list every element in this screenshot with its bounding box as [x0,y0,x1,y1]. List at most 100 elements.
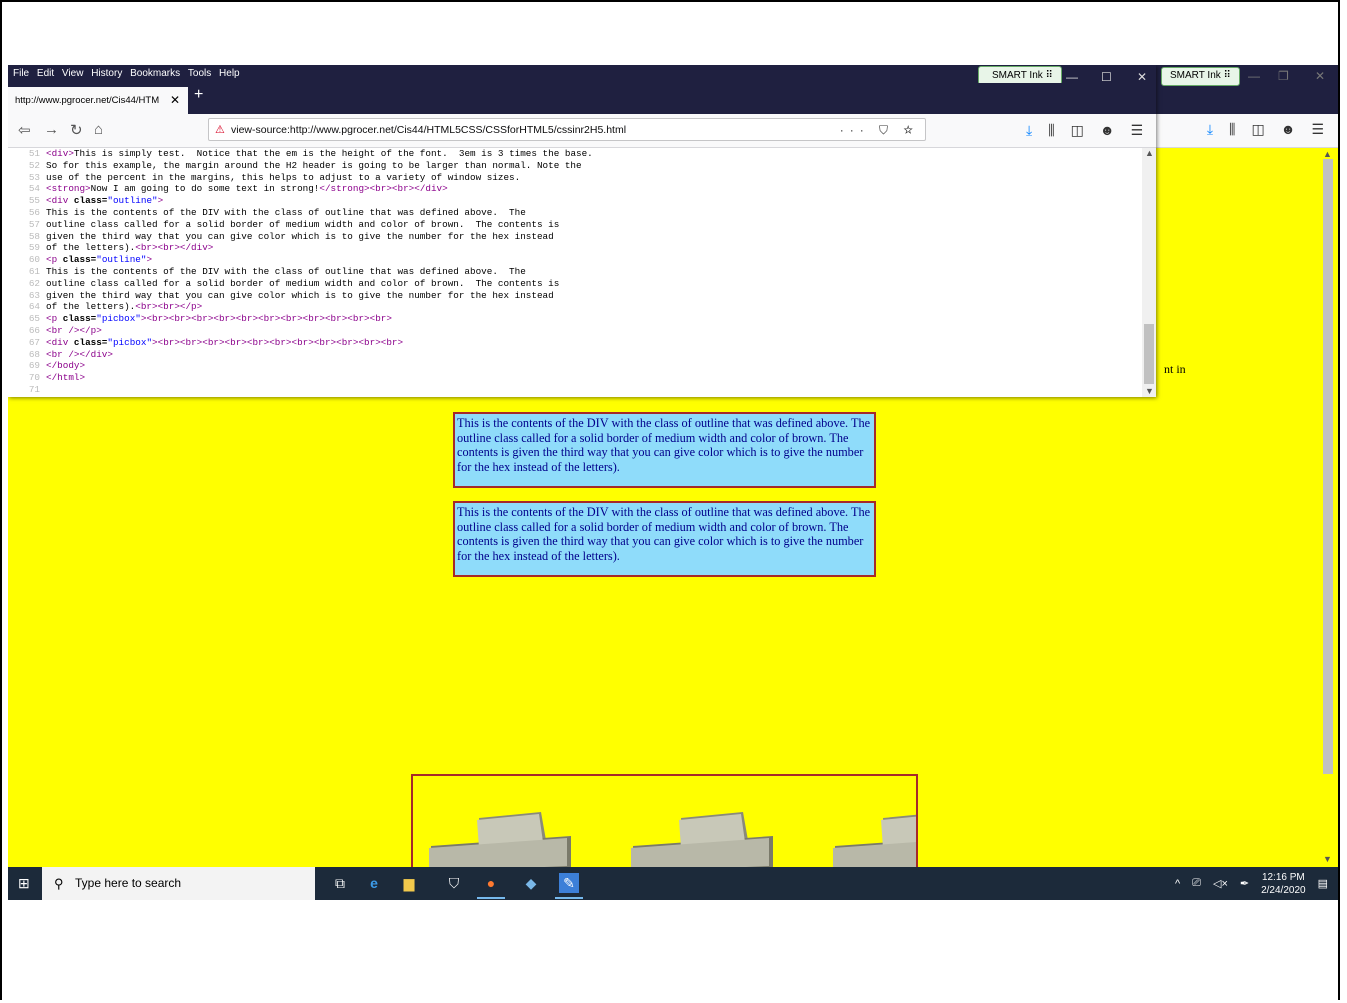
sidebar-icon[interactable]: ◫ [1071,122,1084,139]
sidebar-icon[interactable]: ◫ [1251,121,1264,138]
tab-view-source[interactable]: http://www.pgrocer.net/Cis44/HTM ✕ [8,87,188,114]
volume-icon[interactable]: ◁× [1213,877,1228,890]
source-scrollbar[interactable]: ▲ ▼ [1142,148,1156,397]
desktop-screen: SMART Ink ⠿ — ❐ ✕ ⤓ ⫼ ◫ ☻ ☰ ▲ ▼ nt in Th… [8,65,1338,900]
source-line: 67 <div class="picbox"><br><br><br><br><b… [8,337,1141,349]
scrollbar-thumb[interactable] [1323,159,1333,774]
forward-icon[interactable]: → [44,121,59,138]
scroll-down-icon[interactable]: ▼ [1145,386,1154,396]
clock[interactable]: 12:16 PM 2/24/2020 [1261,871,1306,897]
tab-title: http://www.pgrocer.net/Cis44/HTM [15,95,160,106]
store-icon[interactable]: ⛉ [444,873,464,893]
smart-ink-button-bg[interactable]: SMART Ink ⠿ [1161,67,1240,86]
source-token: </body> [46,360,86,372]
line-number: 52 [28,159,40,171]
source-token: This is the contents of the DIV with the… [46,265,526,277]
source-token: of the letters). [46,301,136,313]
source-line: 51 <div>This is simply test. Notice that … [8,148,1141,160]
taskbar-search[interactable]: ⚲ Type here to search [42,867,315,900]
source-token: <strong> [46,183,91,195]
menu-help[interactable]: Help [219,65,240,83]
menu-tools[interactable]: Tools [188,65,211,83]
background-toolbar-icons: ⤓ ⫼ ◫ ☻ ☰ [1207,121,1324,138]
source-token: <div [46,195,74,207]
outline-p-box: This is the contents of the DIV with the… [453,501,876,577]
source-token: given the third way that you can give co… [46,230,554,242]
page-scrollbar[interactable]: ▲ ▼ [1322,149,1334,869]
clock-date: 2/24/2020 [1261,884,1306,896]
line-number: 51 [28,148,40,159]
reload-icon[interactable]: ↻ [70,121,83,139]
source-line: 71 [8,384,1141,396]
insecure-icon: ⚠ [215,124,225,136]
scroll-down-icon[interactable]: ▼ [1323,854,1332,864]
restore-icon-bg[interactable]: ❐ [1278,69,1289,83]
taskbar: ⊞ ⚲ Type here to search ⧉ e ▆ ⛉ ● ◆ ✎ ^ … [8,867,1338,900]
source-line: 57 outline class called for a solid borde… [8,219,1141,231]
source-token: use of the percent in the margins, this … [46,171,521,183]
source-line: 56 This is the contents of the DIV with t… [8,207,1141,219]
menu-bar: File Edit View History Bookmarks Tools H… [8,65,1156,85]
firefox-icon[interactable]: ● [477,873,505,899]
close-icon-bg[interactable]: ✕ [1315,69,1325,83]
notifications-icon[interactable]: ▤ [1318,877,1328,890]
edge-icon[interactable]: e [364,873,384,893]
menu-bookmarks[interactable]: Bookmarks [130,65,180,83]
menu-edit[interactable]: Edit [37,65,54,83]
source-line: 55 <div class="outline"> [8,195,1141,207]
url-bar[interactable]: ⚠ view-source:http://www.pgrocer.net/Cis… [208,118,926,141]
menu-icon[interactable]: ☰ [1311,121,1324,138]
source-token: Now I am going to do some text in strong… [90,183,320,195]
tab-close-icon[interactable]: ✕ [170,87,180,114]
line-number: 66 [28,324,40,336]
back-icon[interactable]: ⇦ [18,121,31,139]
source-token: <div [46,336,74,348]
search-icon: ⚲ [54,876,64,891]
source-token: class= [73,195,108,207]
account-icon[interactable]: ☻ [1100,122,1115,139]
chevron-up-icon[interactable]: ^ [1175,878,1180,890]
menu-file[interactable]: File [13,65,29,83]
url-text: view-source:http://www.pgrocer.net/Cis44… [231,124,627,136]
source-token: ><br><br><br><br><br><br><br><br><br><br… [152,336,404,348]
pen-icon[interactable]: ✒ [1240,877,1249,890]
scroll-up-icon[interactable]: ▲ [1323,149,1332,159]
home-icon[interactable]: ⌂ [94,121,103,138]
scrollbar-thumb[interactable] [1144,324,1154,384]
notepad-icon[interactable]: ✎ [555,873,583,899]
nav-toolbar: ⇦ → ↻ ⌂ ⚠ view-source:http://www.pgrocer… [8,114,1156,148]
line-number: 54 [28,183,40,195]
line-number: 62 [28,277,40,289]
scroll-up-icon[interactable]: ▲ [1145,148,1154,158]
library-icon[interactable]: ⫼ [1229,121,1235,138]
source-line: 58 given the third way that you can give … [8,231,1141,243]
source-token: <br /></p> [46,324,102,336]
account-icon[interactable]: ☻ [1281,121,1296,138]
new-tab-button[interactable]: + [194,86,203,104]
minimize-icon-bg[interactable]: — [1248,69,1260,83]
source-token: This is simply test. Notice that the em … [73,148,593,159]
outline-div-box: This is the contents of the DIV with the… [453,412,876,488]
network-icon[interactable]: ⎚ [1192,877,1201,890]
line-number: 63 [28,289,40,301]
file-explorer-icon[interactable]: ▆ [399,873,419,893]
source-token: "picbox" [107,336,153,348]
download-icon[interactable]: ⤓ [1207,121,1213,138]
source-token: ><br><br><br><br><br><br><br><br><br><br… [140,313,392,325]
menu-view[interactable]: View [62,65,84,83]
line-number: 56 [28,206,40,218]
menu-history[interactable]: History [91,65,122,83]
windows-start-icon[interactable]: ⊞ [18,875,30,892]
line-number: 71 [28,383,40,395]
source-token: So for this example, the margin around t… [46,159,582,171]
page-actions[interactable]: ··· ⛉ ☆ [840,119,919,141]
line-number: 58 [28,230,40,242]
source-view[interactable]: 51 <div>This is simply test. Notice that … [8,148,1141,397]
download-icon[interactable]: ⤓ [1026,122,1032,139]
app-icon[interactable]: ◆ [521,873,541,893]
task-view-icon[interactable]: ⧉ [330,873,350,893]
library-icon[interactable]: ⫼ [1048,122,1054,139]
source-token: </html> [46,372,86,384]
menu-icon[interactable]: ☰ [1131,122,1144,139]
source-token: <br><br></p> [135,301,203,313]
